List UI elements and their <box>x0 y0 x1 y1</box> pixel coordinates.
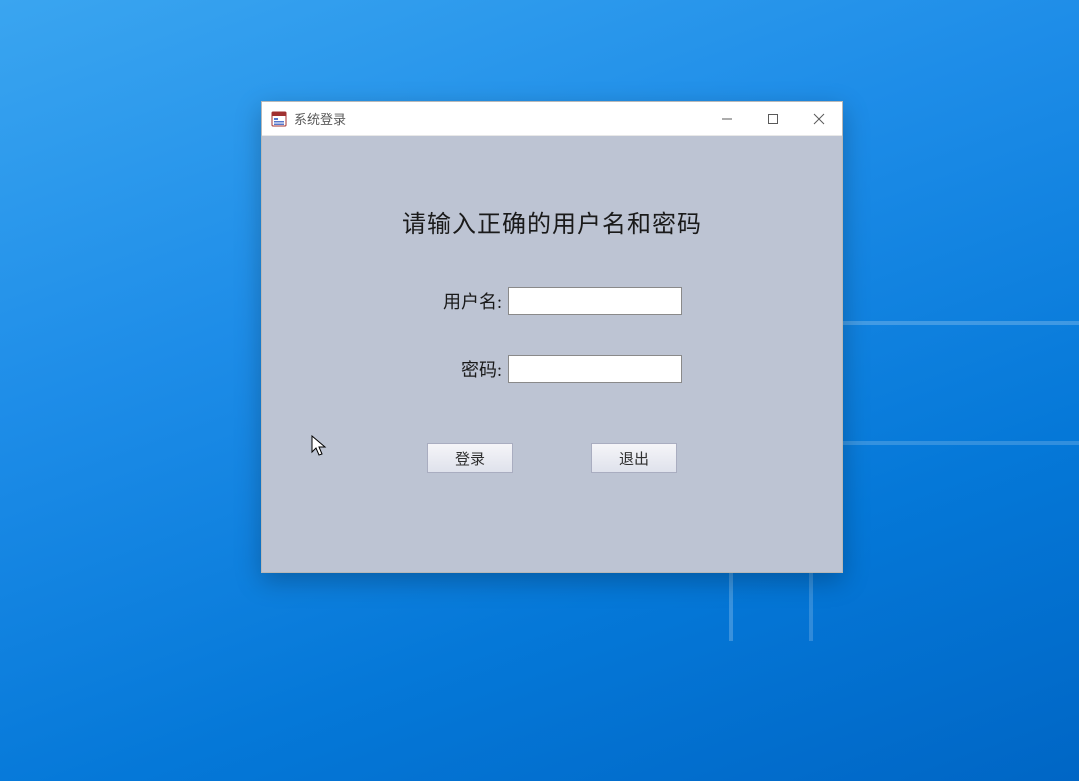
password-label: 密码: <box>422 356 502 382</box>
username-input[interactable] <box>508 287 682 315</box>
window-controls <box>704 102 842 135</box>
password-input[interactable] <box>508 355 682 383</box>
minimize-button[interactable] <box>704 102 750 135</box>
username-label: 用户名: <box>422 288 502 314</box>
app-icon <box>270 110 288 128</box>
maximize-button[interactable] <box>750 102 796 135</box>
username-row: 用户名: <box>422 287 682 315</box>
window-title: 系统登录 <box>294 109 704 128</box>
login-button[interactable]: 登录 <box>427 443 513 473</box>
window-body: 请输入正确的用户名和密码 用户名: 密码: 登录 退出 <box>262 136 842 572</box>
button-row: 登录 退出 <box>427 443 677 473</box>
close-button[interactable] <box>796 102 842 135</box>
exit-button[interactable]: 退出 <box>591 443 677 473</box>
login-window: 系统登录 请输入正确的用户名和密码 用户名: 密码: 登录 退出 <box>261 101 843 573</box>
titlebar[interactable]: 系统登录 <box>262 102 842 136</box>
password-row: 密码: <box>422 355 682 383</box>
form-heading: 请输入正确的用户名和密码 <box>402 204 702 239</box>
